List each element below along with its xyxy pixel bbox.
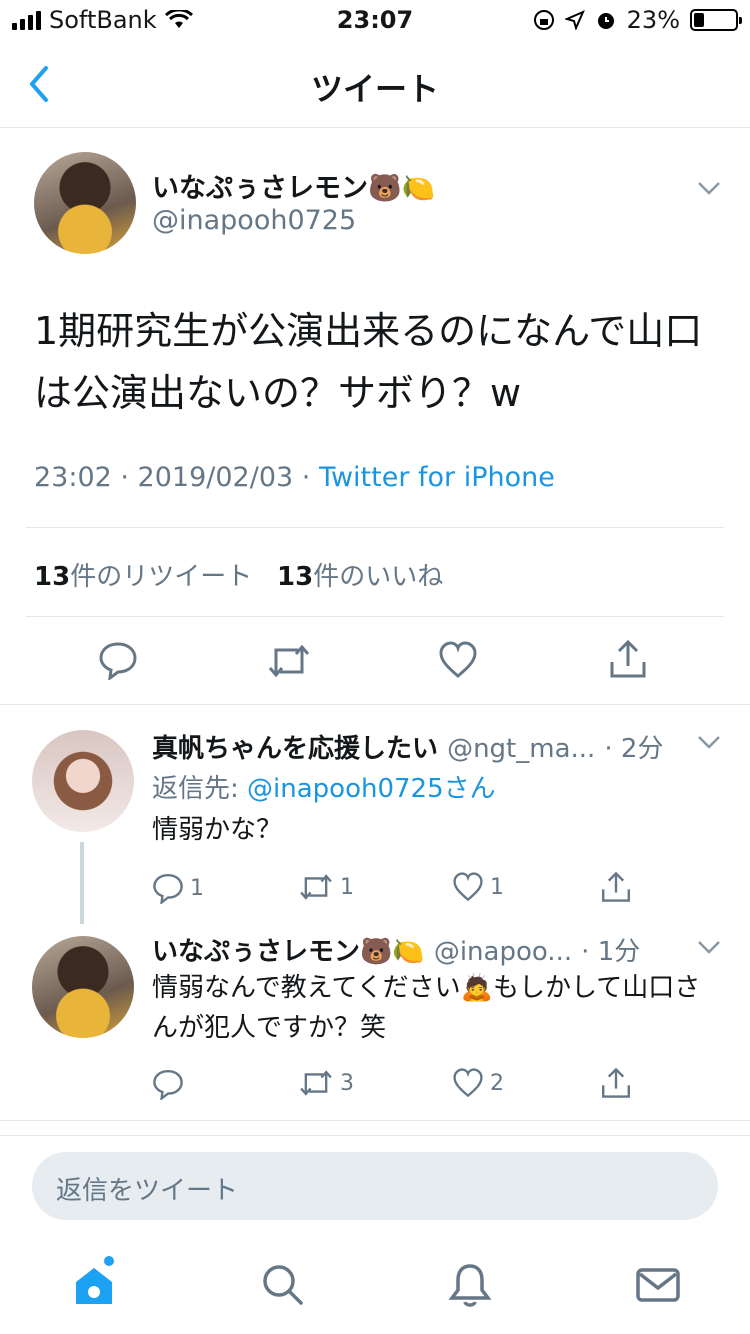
location-icon [564,10,585,30]
retweet-icon[interactable] [266,642,312,680]
tab-bar [0,1240,750,1334]
like-stat[interactable]: 13件のいいね [277,562,443,592]
chevron-down-icon[interactable] [697,940,721,954]
like-icon [453,1068,483,1098]
avatar[interactable] [34,152,136,254]
reply-action[interactable]: 1 [152,872,204,904]
reply-author[interactable]: 真帆ちゃんを応援したい @ngt_ma... · 2分 [152,728,663,765]
like-action[interactable]: 1 [452,872,504,902]
divider [0,1120,750,1136]
divider [0,704,750,705]
chevron-down-icon[interactable] [697,735,721,749]
share-icon[interactable] [608,638,648,680]
reply-icon [153,1069,183,1100]
retweet-action[interactable]: 1 [298,872,354,902]
nav-bar: ツイート [0,40,750,128]
home-icon[interactable] [70,1260,118,1308]
retweet-icon [300,1070,332,1096]
reply-text: 情弱かな？ [152,815,283,845]
divider [26,616,724,617]
search-icon[interactable] [258,1260,306,1308]
reply-input[interactable]: 返信をツイート [32,1152,718,1220]
notification-dot [104,1256,114,1266]
status-bar: SoftBank 23:07 23% [0,0,750,40]
like-icon[interactable] [438,641,478,679]
avatar[interactable] [32,730,134,832]
tweet-stats: 13件のリツイート 13件のいいね [34,556,443,593]
messages-envelope-icon[interactable] [634,1260,682,1308]
retweet-stat[interactable]: 13件のリツイート [34,562,252,592]
share-icon[interactable] [600,1066,632,1100]
thread-line [80,842,84,924]
author-handle[interactable]: @inapooh0725 [152,205,356,236]
retweet-action[interactable]: 3 [298,1068,354,1098]
alarm-icon [597,13,614,29]
reply-icon[interactable] [98,640,138,680]
divider [26,527,724,528]
reply-action[interactable] [152,1068,190,1100]
battery-icon [690,9,742,31]
battery-percent: 23% [626,6,680,34]
notifications-bell-icon[interactable] [446,1260,494,1308]
share-icon[interactable] [600,870,632,904]
reply-icon [153,873,183,904]
retweet-icon [300,874,332,900]
orientation-lock-icon [533,10,554,30]
tweet-timestamp: 23:02 · 2019/02/03 · [34,462,319,493]
tweet-meta: 23:02 · 2019/02/03 · Twitter for iPhone [34,462,555,493]
page-title: ツイート [310,70,439,108]
reply-to-line: 返信先: @inapooh0725さん [152,774,496,804]
avatar[interactable] [32,936,134,1038]
chevron-down-icon[interactable] [697,181,721,195]
reply-text: 情弱なんで教えてください🙇もしかして山口さんが犯人ですか？笑 [152,973,701,1043]
tweet-source[interactable]: Twitter for iPhone [319,462,555,493]
tweet-text: 1期研究生が公演出来るのになんで山口は公演出ないの？サボり？w [34,309,703,415]
reply-author[interactable]: いなぷぅさレモン🐻🍋 @inapoo... · 1分 [152,931,640,968]
like-action[interactable]: 2 [452,1068,504,1098]
like-icon [453,872,483,902]
mention-link[interactable]: @inapooh0725さん [247,774,496,804]
author-name[interactable]: いなぷぅさレモン🐻🍋 [152,166,435,205]
